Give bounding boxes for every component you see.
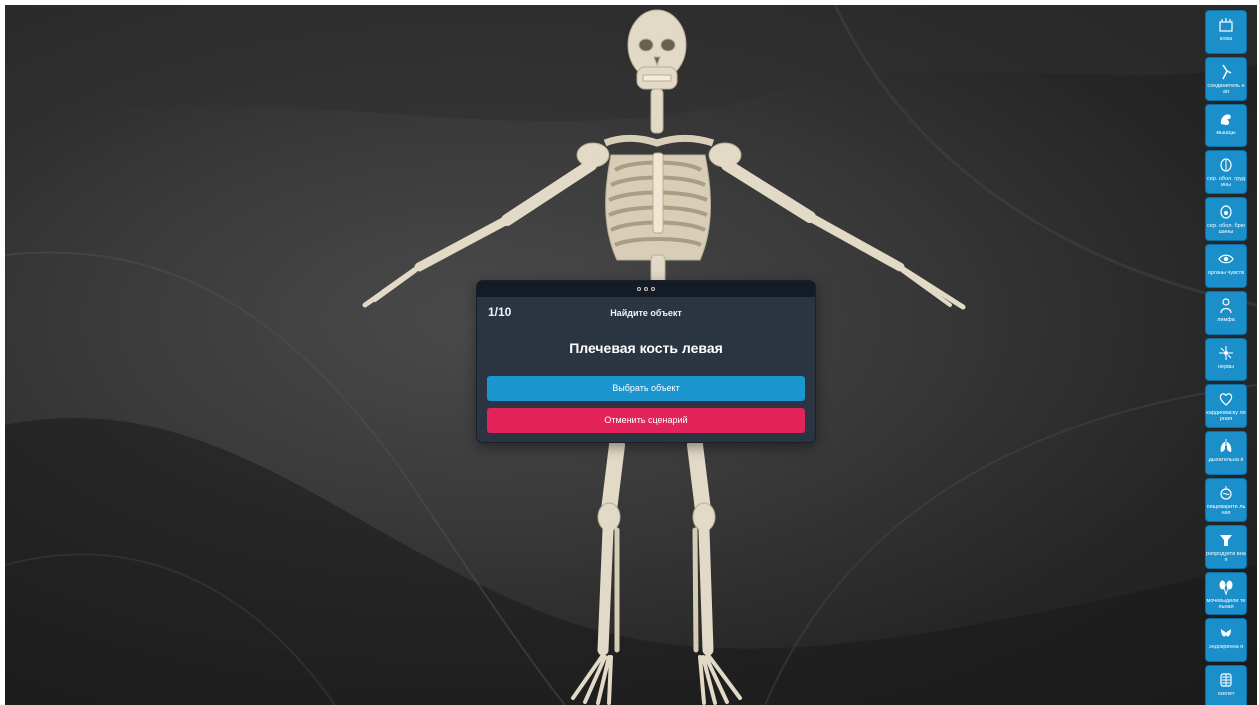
system-button-urinary[interactable]: мочевыдели тельная [1205, 571, 1247, 616]
system-label: дыхательна я [1208, 457, 1244, 464]
skeleton-icon [1217, 671, 1235, 689]
system-button-respiratory[interactable]: дыхательна я [1205, 431, 1247, 475]
system-button-digestive[interactable]: пищеварите льная [1205, 477, 1247, 522]
cancel-scenario-button[interactable]: Отменить сценарий [487, 408, 805, 433]
system-label: нервы [1217, 363, 1235, 370]
nerves-icon [1217, 344, 1235, 362]
system-label: кардиоваску лярная [1206, 410, 1246, 423]
system-label: сер. обол. брюшины [1207, 223, 1245, 236]
system-label: мышцы [1216, 129, 1236, 136]
handle-dot [637, 287, 641, 291]
sternum [652, 152, 664, 234]
handle-dot [644, 287, 648, 291]
system-button-endocrine[interactable]: эндокринна я [1205, 618, 1247, 663]
target-object-name: Плечевая кость левая [569, 340, 723, 356]
system-button-muscles[interactable]: мышцы [1205, 103, 1247, 148]
system-button-lymph[interactable]: лимфа [1205, 290, 1247, 335]
system-button-peritoneum[interactable]: сер. обол. брюшины [1205, 197, 1247, 241]
kidneys-icon [1217, 578, 1235, 596]
muscle-icon [1217, 110, 1235, 128]
quiz-body: 1/10 Найдите объект Плечевая кость левая… [477, 297, 815, 442]
system-label: соединитель ная [1207, 82, 1245, 95]
peritoneum-icon [1217, 203, 1235, 221]
connective-tissue-icon [1217, 63, 1235, 81]
thyroid-icon [1217, 624, 1235, 642]
system-button-cardiovascular[interactable]: кардиоваску лярная [1205, 384, 1247, 429]
system-button-reproductive[interactable]: репродукти вная [1205, 524, 1247, 569]
anatomy-systems-toolbar: кожа соединитель ная мышцы сер. обол. гр… [1205, 10, 1249, 705]
panel-drag-handle[interactable] [477, 281, 815, 297]
system-label: скелет [1217, 691, 1235, 698]
system-button-nerves[interactable]: нервы [1205, 337, 1247, 382]
system-label: пищеварите льная [1206, 503, 1246, 516]
cervical-spine [650, 88, 664, 134]
left-humerus [721, 159, 816, 223]
reproductive-icon [1217, 531, 1235, 549]
stomach-icon [1217, 484, 1235, 502]
handle-dot [651, 287, 655, 291]
system-label: мочевыдели тельная [1206, 597, 1246, 610]
system-label: органы чувств [1207, 269, 1245, 276]
system-button-skin[interactable]: кожа [1205, 10, 1247, 54]
thoracic-serous-membrane-icon [1217, 156, 1235, 174]
right-femur [601, 437, 625, 518]
right-humerus [501, 159, 597, 226]
system-button-thoracic-serous[interactable]: сер. обол. грудины [1205, 150, 1247, 195]
system-label: эндокринна я [1208, 644, 1244, 651]
skin-icon [1217, 16, 1235, 34]
left-femur [687, 437, 711, 518]
lungs-icon [1217, 437, 1235, 455]
system-button-connective[interactable]: соединитель ная [1205, 56, 1247, 101]
quiz-panel: 1/10 Найдите объект Плечевая кость левая… [477, 281, 815, 442]
system-label: сер. обол. грудины [1206, 176, 1246, 189]
eye-icon [1217, 250, 1235, 268]
quiz-instruction: Найдите объект [610, 308, 682, 318]
heart-icon [1217, 390, 1235, 408]
system-label: лимфа [1217, 316, 1235, 323]
lymph-icon [1217, 297, 1235, 315]
system-button-senses[interactable]: органы чувств [1205, 243, 1247, 288]
system-label: кожа [1219, 36, 1233, 42]
system-button-skeleton[interactable]: скелет [1205, 665, 1247, 705]
system-label: репродукти вная [1206, 550, 1246, 563]
select-object-button[interactable]: Выбрать объект [487, 376, 805, 401]
